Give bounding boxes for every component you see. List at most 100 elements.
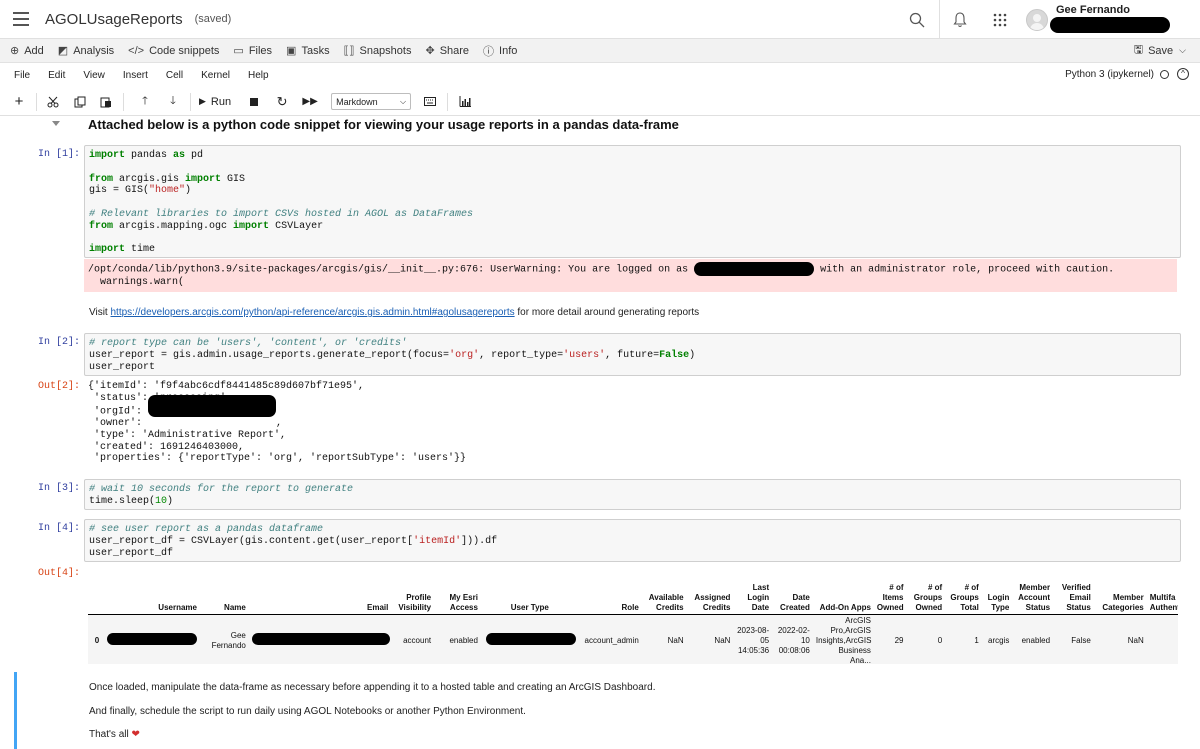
kernel-idle-icon: [1160, 69, 1169, 79]
stderr-output: /opt/conda/lib/python3.9/site-packages/a…: [84, 259, 1177, 292]
analysis-button[interactable]: ◩ Analysis: [57, 44, 114, 58]
menu-edit[interactable]: Edit: [48, 70, 65, 81]
copy-icon[interactable]: [69, 91, 91, 113]
files-icon: ▭: [233, 45, 244, 57]
cell-groups-total: 1: [945, 614, 982, 664]
docs-link[interactable]: https://developers.arcgis.com/python/api…: [111, 307, 515, 318]
column-header: Username: [102, 580, 200, 615]
menu-icon[interactable]: [13, 12, 29, 26]
column-header: Role: [578, 580, 642, 615]
cell-prompt: In [2]:: [37, 337, 80, 348]
tasks-button[interactable]: ▣ Tasks: [286, 44, 330, 58]
cell-status: enabled: [1012, 614, 1054, 664]
files-button[interactable]: ▭ Files: [233, 44, 272, 58]
column-header: Available Credits: [641, 580, 687, 615]
markdown-line: That's all ❤: [89, 729, 140, 740]
selected-markdown-cell[interactable]: Once loaded, manipulate the data-frame a…: [14, 672, 1200, 749]
visit-text: for more detail around generating report…: [514, 307, 700, 318]
redacted-org-id: [148, 394, 277, 417]
table-row: 0 Gee Fernando account enabled account_a…: [88, 614, 1178, 664]
cell-mfa: [1146, 614, 1178, 664]
kernel-indicator: Python 3 (ipykernel) ^: [1065, 68, 1189, 80]
cut-icon[interactable]: [43, 91, 63, 113]
chevron-down-icon: ⌵: [400, 96, 407, 106]
cell-type-select[interactable]: Markdown ⌵: [331, 93, 412, 110]
snippets-label: Code snippets: [149, 44, 220, 57]
run-button[interactable]: ▶ Run: [199, 91, 231, 113]
column-header: Add-On Apps: [812, 580, 874, 615]
divider: [123, 92, 124, 111]
restart-icon[interactable]: ↻: [271, 91, 293, 113]
info-icon: ⓘ: [483, 45, 495, 58]
code-cell-4[interactable]: # see user report as a pandas dataframe …: [84, 519, 1181, 562]
cell-categories: NaN: [1093, 614, 1147, 664]
paste-icon[interactable]: [95, 91, 117, 113]
bell-icon[interactable]: [940, 0, 980, 39]
stop-icon[interactable]: [243, 91, 265, 113]
cell-toolbar: + 🡑 🡓 ▶ Run ↻ ▶▶ Markdown ⌵: [0, 88, 1200, 116]
info-button[interactable]: ⓘ Info: [483, 43, 517, 59]
snapshots-button[interactable]: ⟦⟧ Snapshots: [344, 44, 412, 58]
cell-prompt: In [4]:: [37, 523, 80, 534]
cell-email: [248, 614, 392, 664]
column-header: # of Items Owned: [873, 580, 907, 615]
bar-chart-icon[interactable]: [454, 91, 476, 113]
move-up-icon[interactable]: 🡑: [134, 91, 156, 113]
move-down-icon[interactable]: 🡓: [162, 91, 184, 113]
cell-groups-owned: 0: [906, 614, 946, 664]
code-cell-2[interactable]: # report type can be 'users', 'content',…: [84, 333, 1181, 376]
output-line: 'properties': {'reportType': 'org', 'rep…: [88, 453, 467, 465]
collapse-heading-icon[interactable]: [52, 121, 60, 126]
menu-cell[interactable]: Cell: [166, 70, 183, 81]
table-header-row: Username Name Email Profile Visibility M…: [88, 580, 1178, 615]
notebook-title[interactable]: AGOLUsageReports: [45, 11, 183, 28]
markdown-line: And finally, schedule the script to run …: [89, 706, 526, 717]
apps-grid-icon[interactable]: [980, 0, 1020, 39]
notebook-heading: Attached below is a python code snippet …: [88, 117, 679, 132]
cell-prompt: In [1]:: [37, 149, 80, 160]
cell-last-login: 2023-08-05 14:05:36: [733, 614, 773, 664]
user-menu[interactable]: Gee Fernando: [1026, 0, 1200, 39]
collapse-header-icon[interactable]: ^: [1177, 68, 1189, 80]
keyboard-icon[interactable]: [419, 91, 441, 113]
column-header: Multifa Authentic: [1146, 580, 1178, 615]
column-header: Assigned Credits: [686, 580, 734, 615]
chevron-down-icon: ⌵: [1179, 45, 1186, 55]
add-button[interactable]: ⊕ Add: [10, 44, 44, 58]
cell-items: 29: [873, 614, 907, 664]
info-label: Info: [499, 44, 518, 57]
insert-cell-icon[interactable]: +: [12, 91, 26, 113]
menu-help[interactable]: Help: [248, 70, 269, 81]
app-header: AGOLUsageReports (saved) Gee Fernando: [0, 0, 1200, 39]
output-line: 'orgId':: [88, 406, 149, 418]
save-label: Save: [1148, 44, 1174, 57]
menu-view[interactable]: View: [83, 70, 105, 81]
redacted-email: [251, 633, 390, 645]
cell-role: account_admin: [578, 614, 642, 664]
fast-forward-icon[interactable]: ▶▶: [299, 91, 321, 113]
search-icon[interactable]: [897, 0, 937, 39]
share-button[interactable]: ✥ Share: [425, 44, 470, 58]
menu-file[interactable]: File: [14, 70, 30, 81]
dataframe-output: Username Name Email Profile Visibility M…: [88, 580, 1178, 664]
cell-name: Gee Fernando: [199, 614, 249, 664]
cell-access: enabled: [434, 614, 481, 664]
share-label: Share: [439, 44, 470, 57]
user-name: Gee Fernando: [1056, 4, 1130, 16]
markdown-line: Once loaded, manipulate the data-frame a…: [89, 682, 656, 693]
plus-circle-icon: ⊕: [10, 45, 20, 57]
code-cell-3[interactable]: # wait 10 seconds for the report to gene…: [84, 479, 1181, 510]
column-header: Member Account Status: [1012, 580, 1054, 615]
play-icon: ▶: [199, 96, 206, 106]
analysis-icon: ◩: [57, 45, 69, 57]
column-header: Name: [199, 580, 249, 615]
column-header: Date Created: [772, 580, 813, 615]
save-button[interactable]: 🖫 Save ⌵: [1134, 41, 1186, 60]
heart-icon: ❤: [131, 729, 140, 740]
code-cell-1[interactable]: import pandas as pd from arcgis.gis impo…: [84, 145, 1181, 258]
menu-kernel[interactable]: Kernel: [201, 70, 230, 81]
menu-insert[interactable]: Insert: [123, 70, 148, 81]
redacted-username: [106, 633, 197, 645]
visit-text: Visit: [89, 307, 111, 318]
code-snippets-button[interactable]: </> Code snippets: [128, 45, 219, 57]
